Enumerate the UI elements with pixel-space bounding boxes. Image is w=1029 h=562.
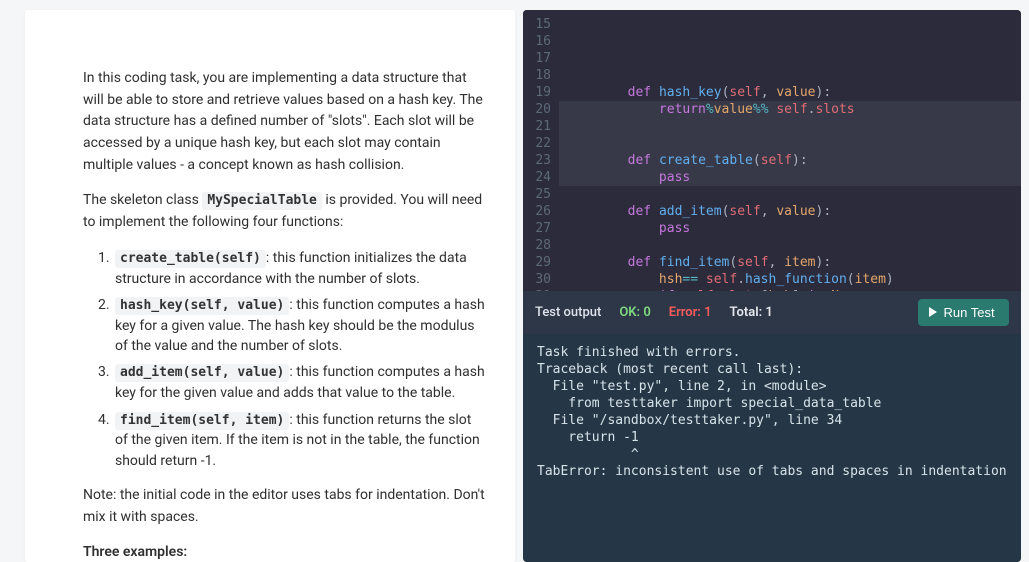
right-inner: 1516171819202122232425262728293031 def h… [523,10,1021,562]
code-body[interactable]: def hash_key(self, value): return%value%… [559,10,1021,291]
test-console-output[interactable]: Task finished with errors. Traceback (mo… [523,334,1021,562]
skeleton-class-name: MySpecialTable [202,192,322,210]
code-line[interactable]: pass [565,220,1021,237]
skeleton-pre: The skeleton class [83,192,202,208]
note-paragraph: Note: the initial code in the editor use… [83,485,485,528]
intro-paragraph: In this coding task, you are implementin… [83,68,485,176]
right-pane: 1516171819202122232425262728293031 def h… [515,10,1021,562]
fn-sig: create_table(self) [115,250,266,268]
code-line[interactable]: def hash_key(self, value): [565,84,1021,101]
code-line[interactable]: pass [565,169,1021,186]
play-icon [928,305,938,320]
run-test-button[interactable]: Run Test [918,299,1009,326]
app-root: In this coding task, you are implementin… [0,0,1029,562]
ok-value: 0 [643,305,650,320]
fn-item: add_item(self, value): this function com… [113,362,485,403]
fn-sig: hash_key(self, value) [115,297,289,315]
code-line[interactable] [565,67,1021,84]
test-error-count: Error: 1 [669,305,712,320]
fn-item: create_table(self): this function initia… [113,248,485,289]
code-line[interactable]: def add_item(self, value): [565,203,1021,220]
fn-sig: add_item(self, value) [115,364,289,382]
test-total-count: Total: 1 [730,305,773,320]
test-output-bar: Test output OK: 0 Error: 1 Total: 1 [523,291,1021,334]
code-line[interactable] [565,135,1021,152]
run-test-label: Run Test [944,305,995,320]
total-label: Total: [730,305,763,320]
code-line[interactable]: return%value%% self.slots [565,101,1021,118]
function-list: create_table(self): this function initia… [113,248,485,471]
error-label: Error: [669,305,701,320]
fn-item: hash_key(self, value): this function com… [113,295,485,356]
code-line[interactable] [565,237,1021,254]
total-value: 1 [765,305,772,320]
code-line[interactable]: hsh== self.hash_function(item) [565,271,1021,288]
code-line[interactable] [565,186,1021,203]
instructions-pane: In this coding task, you are implementin… [25,10,515,562]
error-value: 1 [704,305,711,320]
test-ok-count: OK: 0 [619,305,650,320]
fn-sig: find_item(self, item) [115,412,289,430]
code-editor[interactable]: 1516171819202122232425262728293031 def h… [523,10,1021,291]
skeleton-paragraph: The skeleton class MySpecialTable is pro… [83,190,485,233]
test-output-label: Test output [535,305,601,320]
fn-item: find_item(self, item): this function ret… [113,410,485,471]
code-line[interactable]: if self.slots[hsh] is None: [565,288,1021,291]
instructions-body: In this coding task, you are implementin… [53,28,505,562]
code-line[interactable] [565,118,1021,135]
examples-heading: Three examples: [83,542,485,562]
line-number-gutter: 1516171819202122232425262728293031 [523,10,559,291]
ok-label: OK: [619,305,640,320]
code-line[interactable]: def create_table(self): [565,152,1021,169]
code-line[interactable]: def find_item(self, item): [565,254,1021,271]
